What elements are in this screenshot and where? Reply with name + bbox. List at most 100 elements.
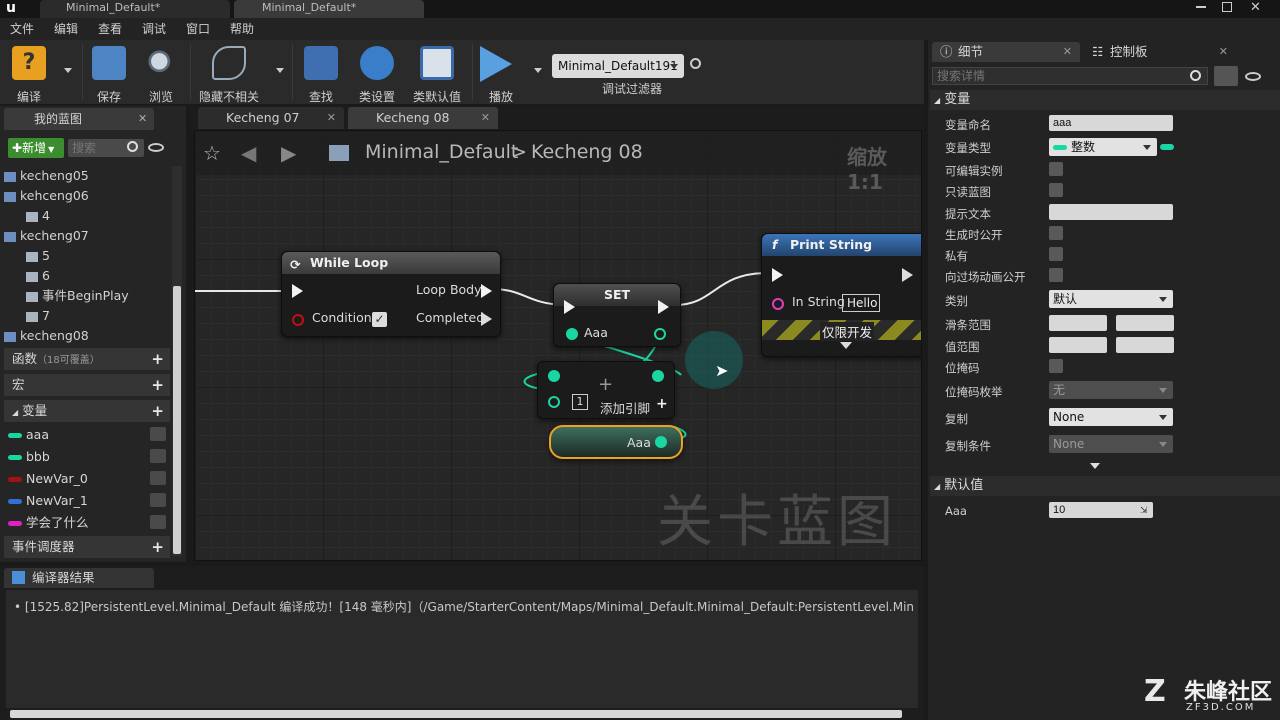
print-string-node[interactable]: f Print String In String Hello 仅限开发 [761, 233, 921, 357]
variables-section[interactable]: ◢ 变量 + [4, 400, 170, 422]
search-icon[interactable] [127, 141, 138, 152]
variable-visibility-eye-icon[interactable] [150, 471, 166, 485]
event-dispatchers-section[interactable]: 事件调度器 + [4, 536, 170, 558]
slider-range-max-input[interactable] [1116, 315, 1174, 331]
print-exec-out-pin[interactable] [902, 268, 913, 282]
tree-item[interactable]: 4 [0, 206, 172, 226]
condition-pin[interactable] [292, 314, 304, 326]
instance-editable-checkbox[interactable] [1049, 162, 1063, 176]
menu-view[interactable]: 查看 [98, 20, 122, 38]
default-aaa-input[interactable] [1049, 502, 1153, 518]
document-tab-2[interactable]: Minimal_Default* [234, 0, 424, 18]
maximize-button[interactable] [1222, 2, 1232, 12]
close-icon[interactable]: ✕ [1063, 42, 1072, 62]
set-aaa-out-pin[interactable] [654, 328, 666, 340]
palette-tab[interactable]: ☷ 控制板 ✕ [1086, 42, 1236, 62]
bitmask-checkbox[interactable] [1049, 359, 1063, 373]
play-options-dropdown[interactable] [534, 68, 542, 73]
expose-cinematics-checkbox[interactable] [1049, 268, 1063, 282]
menu-help[interactable]: 帮助 [230, 20, 254, 38]
value-range-max-input[interactable] [1116, 337, 1174, 353]
scrollbar[interactable] [172, 166, 182, 556]
slider-range-min-input[interactable] [1049, 315, 1107, 331]
class-settings-button[interactable]: 类设置 [348, 44, 406, 104]
hide-unrelated-dropdown[interactable] [276, 68, 284, 73]
debug-filter-dropdown[interactable]: Minimal_Default191 [552, 54, 684, 78]
bitmask-enum-dropdown[interactable]: 无 [1049, 381, 1173, 399]
document-tab-1[interactable]: Minimal_Default* [40, 0, 230, 18]
search-icon[interactable] [1190, 70, 1201, 81]
horizontal-scrollbar[interactable] [10, 710, 902, 718]
tree-item[interactable]: 7 [0, 306, 172, 326]
add-function-button[interactable]: + [151, 348, 164, 370]
tree-item[interactable]: kehceng06 [0, 186, 172, 206]
visibility-eye-icon[interactable] [1245, 72, 1261, 81]
add-new-button[interactable]: ✚新增 ▼ [8, 138, 64, 158]
resize-arrow-icon[interactable]: ⇲ [1140, 506, 1148, 516]
menu-file[interactable]: 文件 [10, 20, 34, 38]
completed-pin[interactable] [481, 312, 492, 326]
details-search-input[interactable] [932, 67, 1208, 85]
default-value-section-header[interactable]: ◢ 默认值 [930, 476, 1280, 496]
menu-debug[interactable]: 调试 [142, 20, 166, 38]
compile-options-dropdown[interactable] [64, 68, 72, 73]
in-string-value[interactable]: Hello [842, 294, 880, 312]
close-icon[interactable]: ✕ [481, 107, 490, 129]
browse-button[interactable]: 浏览 [132, 44, 190, 104]
tree-item[interactable]: kecheng07 [0, 226, 172, 246]
debug-search-icon[interactable] [690, 58, 701, 69]
set-exec-out-pin[interactable] [658, 300, 669, 314]
add-in-pin-a[interactable] [548, 370, 560, 382]
expand-arrow-icon[interactable] [840, 342, 852, 349]
visibility-eye-icon[interactable] [148, 143, 164, 152]
class-defaults-button[interactable]: 类默认值 [408, 44, 466, 104]
functions-section[interactable]: 函数（18可覆盖） + [4, 348, 170, 370]
add-variable-button[interactable]: + [151, 400, 164, 422]
close-icon[interactable]: ✕ [1219, 42, 1228, 62]
graph-tab-kecheng08[interactable]: Kecheng 08 ✕ [348, 107, 498, 129]
variable-item[interactable]: NewVar_0 [8, 468, 170, 490]
add-in-pin-b[interactable] [548, 396, 560, 408]
add-pin-label[interactable]: 添加引脚 [600, 398, 650, 417]
readonly-checkbox[interactable] [1049, 183, 1063, 197]
print-exec-in-pin[interactable] [772, 268, 783, 282]
value-range-min-input[interactable] [1049, 337, 1107, 353]
find-button[interactable]: 查找 [292, 44, 350, 104]
hide-unrelated-button[interactable]: 隐藏不相关 [196, 44, 262, 104]
private-checkbox[interactable] [1049, 247, 1063, 261]
compiler-results-tab[interactable]: 编译器结果 [4, 568, 154, 588]
variable-visibility-eye-icon[interactable] [150, 449, 166, 463]
category-dropdown[interactable]: 默认 [1049, 290, 1173, 308]
tree-item[interactable]: 6 [0, 266, 172, 286]
variable-visibility-eye-icon[interactable] [150, 515, 166, 529]
exec-in-pin[interactable] [292, 284, 303, 298]
while-loop-node[interactable]: ⟳ While Loop Loop Body Condition ✓ Comple… [281, 251, 501, 337]
variable-item[interactable]: 学会了什么 [8, 512, 170, 534]
expose-on-spawn-checkbox[interactable] [1049, 226, 1063, 240]
save-button[interactable]: 保存 [80, 44, 138, 104]
close-button[interactable]: ✕ [1250, 0, 1261, 15]
compile-button[interactable]: ? 编译 [0, 44, 58, 104]
add-macro-button[interactable]: + [151, 374, 164, 396]
view-options-grid-icon[interactable] [1214, 66, 1238, 86]
add-pin-plus-icon[interactable]: + [656, 396, 668, 412]
macros-section[interactable]: 宏 + [4, 374, 170, 396]
tree-item[interactable]: 5 [0, 246, 172, 266]
variable-section-header[interactable]: ◢ 变量 [930, 90, 1280, 110]
variable-item[interactable]: NewVar_1 [8, 490, 170, 512]
menu-edit[interactable]: 编辑 [54, 20, 78, 38]
add-index-field[interactable]: 1 [572, 394, 588, 410]
set-node[interactable]: SET Aaa [553, 283, 681, 347]
my-blueprint-tab[interactable]: 我的蓝图 [4, 108, 154, 130]
details-tab[interactable]: ⓘ 细节 ✕ [932, 42, 1080, 62]
var-name-input[interactable] [1049, 115, 1173, 131]
tooltip-input[interactable] [1049, 204, 1173, 220]
replication-condition-dropdown[interactable]: None [1049, 435, 1173, 453]
variable-visibility-eye-icon[interactable] [150, 427, 166, 441]
close-icon[interactable]: ✕ [138, 112, 147, 125]
set-aaa-in-pin[interactable] [566, 328, 578, 340]
condition-checkbox[interactable]: ✓ [372, 312, 387, 327]
variable-item[interactable]: aaa [8, 424, 170, 446]
menu-window[interactable]: 窗口 [186, 20, 210, 38]
replication-dropdown[interactable]: None [1049, 408, 1173, 426]
